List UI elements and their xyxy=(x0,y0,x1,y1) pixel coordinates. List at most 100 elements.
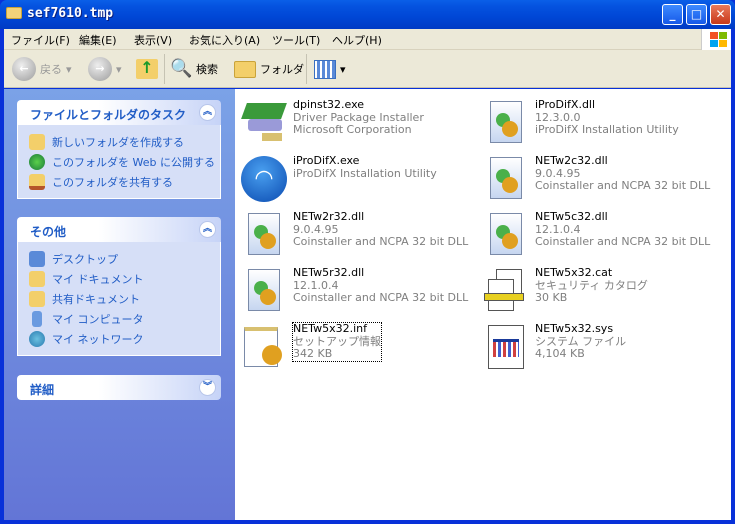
panel-title: その他 xyxy=(30,225,67,239)
file-text: iProDifX.exe iProDifX Installation Utilit… xyxy=(293,154,437,180)
forward-arrow-icon: → xyxy=(88,57,112,81)
file-name: NETw2r32.dll xyxy=(293,210,365,223)
place-my-documents[interactable]: マイ ドキュメント xyxy=(29,269,220,289)
search-button[interactable]: 🔍 検索 xyxy=(170,57,218,81)
file-detail: 4,104 KB xyxy=(535,347,585,360)
file-name: NETw5x32.sys xyxy=(535,322,614,335)
file-text: NETw5r32.dll 12.1.0.4 Coinstaller and NCPA… xyxy=(293,266,468,305)
menu-help[interactable]: ヘルプ(H) xyxy=(332,32,382,48)
panel-header[interactable]: その他 ︽ xyxy=(17,217,221,242)
minimize-button[interactable]: _ xyxy=(662,4,683,25)
menu-favorites[interactable]: お気に入り(A) xyxy=(189,32,260,48)
file-name: NETw5x32.inf xyxy=(293,322,367,335)
file-text: dpinst32.exe Driver Package Installer Micr… xyxy=(293,98,424,137)
collapse-chevron-icon[interactable]: ︽ xyxy=(199,104,216,121)
folders-icon xyxy=(234,60,256,78)
file-text: NETw5x32.cat セキュリティ カタログ 30 KB xyxy=(535,266,648,305)
file-name: NETw2c32.dll xyxy=(535,154,608,167)
task-publish-web[interactable]: このフォルダを Web に公開する xyxy=(29,152,220,172)
up-folder-button[interactable]: ↑ xyxy=(136,57,158,81)
my-documents-icon xyxy=(29,271,45,287)
file-text: NETw2r32.dll 9.0.4.95 Coinstaller and NCPA… xyxy=(293,210,468,249)
file-name: NETw5c32.dll xyxy=(535,210,608,223)
new-folder-icon xyxy=(29,134,45,150)
file-item[interactable]: NETw5c32.dll 12.1.0.4 Coinstaller and NCPA… xyxy=(482,209,722,263)
place-shared-documents[interactable]: 共有ドキュメント xyxy=(29,289,220,309)
task-label: 新しいフォルダを作成する xyxy=(52,136,184,149)
task-share-folder[interactable]: このフォルダを共有する xyxy=(29,172,220,192)
other-places-panel: その他 ︽ デスクトップ マイ ドキュメント 共有ドキュメント マイ コンピュータ… xyxy=(17,217,221,356)
file-item[interactable]: NETw2r32.dll 9.0.4.95 Coinstaller and NCPA… xyxy=(240,209,480,263)
file-item[interactable]: NETw5x32.cat セキュリティ カタログ 30 KB xyxy=(482,265,722,319)
file-text: NETw5x32.inf セットアップ情報 342 KB xyxy=(292,322,382,362)
back-label: 戻る xyxy=(40,63,62,76)
place-desktop[interactable]: デスクトップ xyxy=(29,249,220,269)
place-my-computer[interactable]: マイ コンピュータ xyxy=(29,309,220,329)
file-item[interactable]: NETw5r32.dll 12.1.0.4 Coinstaller and NCPA… xyxy=(240,265,480,319)
dll-icon xyxy=(240,211,288,259)
place-label: マイ コンピュータ xyxy=(52,313,144,326)
menu-view[interactable]: 表示(V) xyxy=(134,32,172,48)
forward-button[interactable]: → ▾ xyxy=(88,57,122,81)
back-arrow-icon: ← xyxy=(12,57,36,81)
share-folder-icon xyxy=(29,174,45,190)
file-text: NETw2c32.dll 9.0.4.95 Coinstaller and NCPA… xyxy=(535,154,710,193)
dll-icon xyxy=(482,211,530,259)
wireless-app-icon: ◠ xyxy=(240,155,288,203)
details-panel: 詳細 ︾ xyxy=(17,375,221,400)
collapse-chevron-icon[interactable]: ︽ xyxy=(199,221,216,238)
place-label: マイ ドキュメント xyxy=(52,273,144,286)
menu-edit[interactable]: 編集(E) xyxy=(79,32,117,48)
back-button[interactable]: ← 戻る ▾ xyxy=(12,57,72,81)
up-folder-icon: ↑ xyxy=(136,59,158,79)
dll-icon xyxy=(240,267,288,315)
windows-logo-icon xyxy=(701,29,731,50)
title-bar[interactable]: sef7610.tmp _ □ ✕ xyxy=(0,0,735,29)
file-name: iProDifX.dll xyxy=(535,98,596,111)
file-text: iProDifX.dll 12.3.0.0 iProDifX Installatio… xyxy=(535,98,679,137)
dll-icon xyxy=(482,155,530,203)
panel-header[interactable]: ファイルとフォルダのタスク ︽ xyxy=(17,100,221,125)
menu-tools[interactable]: ツール(T) xyxy=(272,32,320,48)
task-new-folder[interactable]: 新しいフォルダを作成する xyxy=(29,132,220,152)
maximize-button[interactable]: □ xyxy=(686,4,707,25)
place-label: 共有ドキュメント xyxy=(52,293,140,306)
panel-title: ファイルとフォルダのタスク xyxy=(30,108,187,122)
file-text: NETw5c32.dll 12.1.0.4 Coinstaller and NCPA… xyxy=(535,210,711,249)
panel-header[interactable]: 詳細 ︾ xyxy=(17,375,221,400)
file-name: dpinst32.exe xyxy=(293,98,365,111)
window-title: sef7610.tmp xyxy=(27,6,114,21)
file-item[interactable]: iProDifX.dll 12.3.0.0 iProDifX Installatio… xyxy=(482,97,722,151)
file-item[interactable]: NETw5x32.inf セットアップ情報 342 KB xyxy=(240,321,480,375)
file-detail: iProDifX Installation Utility xyxy=(535,123,679,136)
menu-bar: ファイル(F) 編集(E) 表示(V) お気に入り(A) ツール(T) ヘルプ(… xyxy=(4,29,731,50)
panel-title: 詳細 xyxy=(30,383,55,397)
file-detail: 342 KB xyxy=(293,347,333,360)
task-label: このフォルダを Web に公開する xyxy=(52,156,215,169)
file-item[interactable]: NETw5x32.sys システム ファイル 4,104 KB xyxy=(482,321,722,375)
task-pane: ファイルとフォルダのタスク ︽ 新しいフォルダを作成する このフォルダを Web … xyxy=(4,89,235,520)
file-view: dpinst32.exe Driver Package Installer Micr… xyxy=(235,89,731,520)
desktop-icon xyxy=(29,251,45,267)
dll-icon xyxy=(482,99,530,147)
folders-label: フォルダ xyxy=(260,63,304,76)
file-detail: iProDifX Installation Utility xyxy=(293,166,437,180)
file-text: NETw5x32.sys システム ファイル 4,104 KB xyxy=(535,322,626,361)
close-button[interactable]: ✕ xyxy=(710,4,731,25)
views-button[interactable]: ▾ xyxy=(314,57,346,81)
file-detail: Microsoft Corporation xyxy=(293,123,412,136)
file-item[interactable]: dpinst32.exe Driver Package Installer Micr… xyxy=(240,97,480,151)
my-computer-icon xyxy=(32,311,42,327)
file-item[interactable]: NETw2c32.dll 9.0.4.95 Coinstaller and NCPA… xyxy=(482,153,722,207)
expand-chevron-icon[interactable]: ︾ xyxy=(199,379,216,396)
place-my-network[interactable]: マイ ネットワーク xyxy=(29,329,220,349)
search-label: 検索 xyxy=(196,63,218,76)
file-detail: Coinstaller and NCPA 32 bit DLL xyxy=(535,235,711,248)
network-icon xyxy=(29,331,45,347)
folders-button[interactable]: フォルダ xyxy=(234,57,304,81)
catalog-icon xyxy=(482,267,530,315)
search-icon: 🔍 xyxy=(170,58,193,79)
file-name: iProDifX.exe xyxy=(293,154,360,167)
file-item[interactable]: ◠ iProDifX.exe iProDifX Installation Utili… xyxy=(240,153,480,207)
menu-file[interactable]: ファイル(F) xyxy=(11,32,70,48)
